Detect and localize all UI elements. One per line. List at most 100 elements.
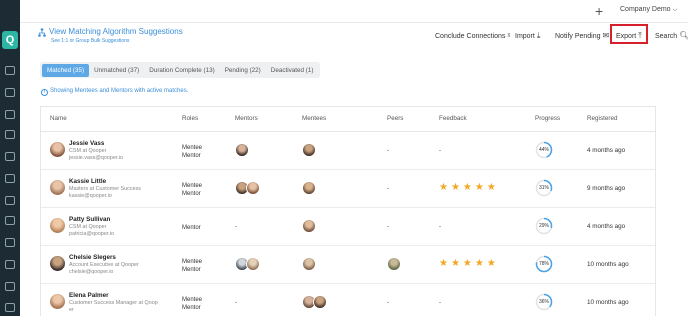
role: Mentor <box>182 305 201 311</box>
mentee-avatar[interactable] <box>313 295 327 309</box>
avatar[interactable] <box>50 180 65 195</box>
tab-pending[interactable]: Pending (22) <box>220 64 266 77</box>
registered-date: 4 months ago <box>587 147 626 154</box>
report-icon[interactable] <box>5 282 15 291</box>
user-name[interactable]: Patty Sullivan <box>69 216 110 223</box>
avatar[interactable] <box>50 142 65 157</box>
search-button[interactable]: Search 🔍︎ <box>655 31 688 40</box>
progress-ring: 31% <box>535 179 553 197</box>
export-label: Export <box>616 33 637 40</box>
role: Mentor <box>182 267 201 273</box>
import-label: Import <box>515 33 535 40</box>
registered-date: 9 months ago <box>587 185 626 192</box>
mentor-avatar[interactable] <box>246 181 260 195</box>
progress-value: 29% <box>538 223 549 229</box>
notify-pending-button[interactable]: Notify Pending ✉ <box>555 31 609 40</box>
analytics-icon[interactable] <box>5 260 15 269</box>
building-icon[interactable] <box>5 66 15 75</box>
registered-date: 4 months ago <box>587 223 626 230</box>
progress-value: 78% <box>538 261 549 267</box>
avatar[interactable] <box>50 218 65 233</box>
column-header-progress[interactable]: Progress <box>535 115 560 122</box>
mentor-avatar[interactable] <box>235 143 249 157</box>
column-header-peers[interactable]: Peers <box>387 115 403 122</box>
chevron-down-icon: ⌵ <box>672 7 678 13</box>
column-header-registered[interactable]: Registered <box>587 115 617 122</box>
tab-deactivated[interactable]: Deactivated (1) <box>266 64 319 77</box>
conclude-icon: ᵡ <box>507 31 511 40</box>
roles: Mentee Mentor <box>182 144 202 160</box>
info-text: Showing Mentees and Mentors with active … <box>50 88 189 94</box>
avatar[interactable] <box>50 256 65 271</box>
table-row[interactable]: Jessie Vass CSM at Qooper jessie.vass@qo… <box>41 132 655 170</box>
column-header-feedback[interactable]: Feedback <box>439 115 467 122</box>
progress-ring: 36% <box>535 293 553 311</box>
user-email: patricia@qooper.io <box>69 231 115 237</box>
upload-icon: ⤒ <box>638 31 642 40</box>
role: Mentee <box>182 259 203 265</box>
mentee-avatar[interactable] <box>302 143 316 157</box>
mail-icon: ✉ <box>602 31 610 40</box>
company-name: Company Demo <box>620 6 671 13</box>
role: Mentee <box>182 183 203 189</box>
peers-value: - <box>387 224 389 230</box>
user-name[interactable]: Kassie Little <box>69 178 106 185</box>
conclude-label: Conclude Connections <box>435 33 506 40</box>
user-email: kassie@qooper.io <box>69 193 112 199</box>
avatar[interactable] <box>50 294 65 309</box>
mentee-avatar[interactable] <box>302 181 316 195</box>
status-tabs: Matched (35) Unmatched (37) Duration Com… <box>40 62 321 78</box>
company-switcher[interactable]: Company Demo ⌵ <box>620 6 677 14</box>
table-row[interactable]: Elena Palmer Customer Success Manager at… <box>41 284 655 316</box>
column-header-mentors[interactable]: Mentors <box>235 115 258 122</box>
inbox-icon[interactable] <box>5 110 15 119</box>
sidebar: Q <box>0 0 20 316</box>
peers-value: - <box>387 148 389 154</box>
import-button[interactable]: Import ⤓ <box>515 31 540 41</box>
network-icon[interactable] <box>5 152 15 161</box>
user-name[interactable]: Elena Palmer <box>69 292 109 299</box>
matching-suggestions-link[interactable]: View Matching Algorithm Suggestions <box>49 27 183 36</box>
person-icon[interactable] <box>5 174 15 183</box>
tab-unmatched[interactable]: Unmatched (37) <box>89 64 144 77</box>
home-icon[interactable] <box>5 88 15 97</box>
peers-value: - <box>387 186 389 192</box>
role: Mentee <box>182 297 203 303</box>
tab-matched[interactable]: Matched (35) <box>42 63 90 77</box>
feedback-stars: ★★★★★ <box>439 182 499 193</box>
peers-value: - <box>387 300 389 306</box>
feedback-value: - <box>439 300 441 306</box>
feedback-stars: ★★★★★ <box>439 258 499 269</box>
message-icon[interactable] <box>5 216 15 225</box>
table-row[interactable]: Chelsie Slegers Account Executive at Qoo… <box>41 246 655 284</box>
mentee-avatar[interactable] <box>302 257 316 271</box>
peer-avatar[interactable] <box>387 257 401 271</box>
mentors-value: - <box>235 224 237 230</box>
table-row[interactable]: Patty Sullivan CSM at Qooper patricia@qo… <box>41 208 655 246</box>
search-icon: 🔍︎ <box>679 31 688 40</box>
table-row[interactable]: Kassie Little Masters at Customer Succes… <box>41 170 655 208</box>
mentee-avatar[interactable] <box>302 219 316 233</box>
settings-icon[interactable] <box>5 303 15 312</box>
chart-icon[interactable] <box>5 130 15 139</box>
user-name[interactable]: Jessie Vass <box>69 140 104 147</box>
user-title: CSM at Qooper <box>69 148 107 154</box>
column-header-name[interactable]: Name <box>50 115 67 122</box>
column-header-roles[interactable]: Roles <box>182 115 198 122</box>
mentor-avatar[interactable] <box>246 257 260 271</box>
user-email: jessie.vass@qooper.io <box>69 155 124 161</box>
conclude-connections-button[interactable]: Conclude Connections ᵡ <box>435 31 510 40</box>
export-button[interactable]: Export ⤒ <box>616 31 642 41</box>
tab-duration-complete[interactable]: Duration Complete (13) <box>144 64 219 77</box>
list-icon[interactable] <box>5 196 15 205</box>
user-title-continued: er <box>69 307 74 313</box>
user-name[interactable]: Chelsie Slegers <box>69 254 116 261</box>
bulk-suggestions-link[interactable]: See 1:1 or Group Bulk Suggestions <box>51 38 129 44</box>
calendar-icon[interactable] <box>5 238 15 247</box>
app-logo[interactable]: Q <box>2 31 18 49</box>
feedback-value: - <box>439 148 441 154</box>
column-header-mentees[interactable]: Mentees <box>302 115 326 122</box>
add-icon[interactable]: + <box>595 3 603 19</box>
roles: Mentee Mentor <box>182 182 202 198</box>
matches-table: Name Roles Mentors Mentees Peers Feedbac… <box>40 106 656 316</box>
